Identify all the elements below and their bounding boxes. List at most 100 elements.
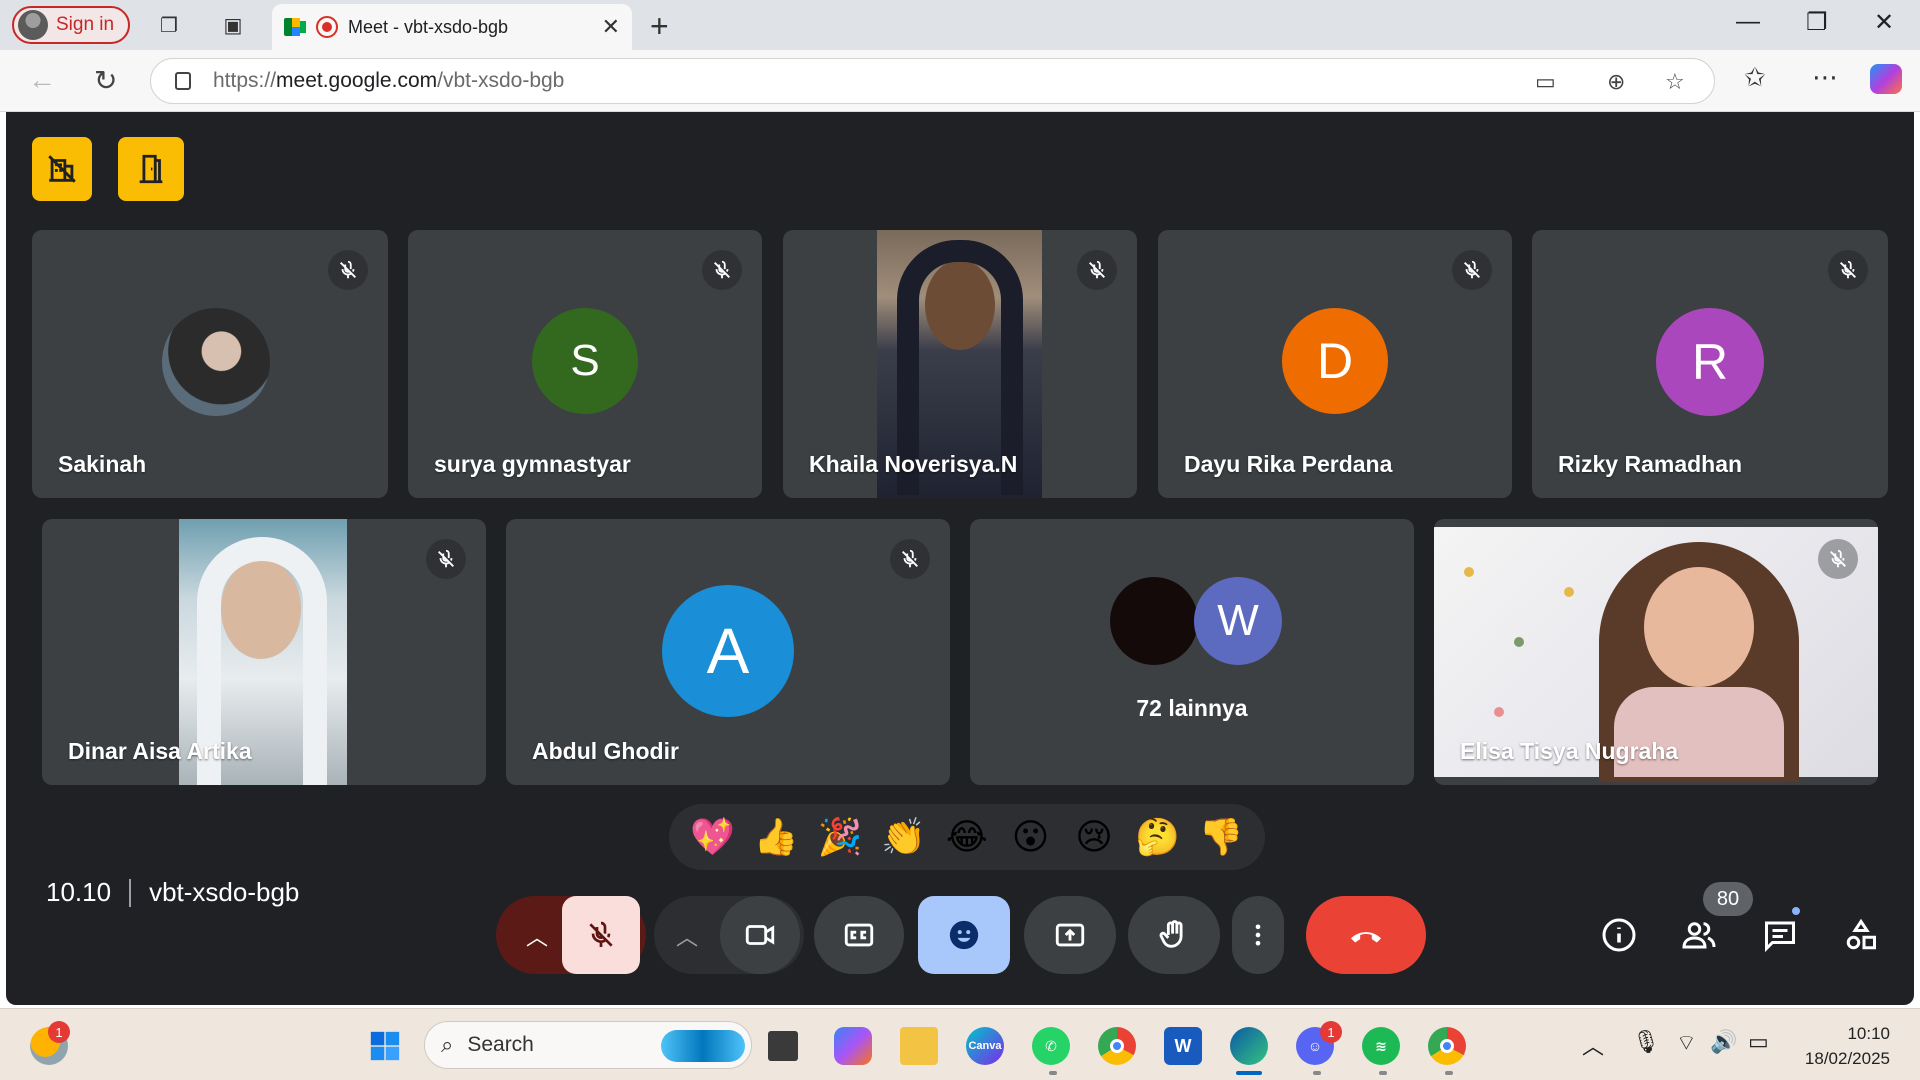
battery-icon[interactable]: ▭ — [1748, 1029, 1769, 1055]
participant-tile[interactable]: S surya gymnastyar — [408, 230, 762, 498]
workspaces-icon[interactable]: ❐ — [156, 12, 182, 38]
favorites-icon[interactable]: ✩ — [1744, 62, 1766, 93]
copilot-app-icon[interactable] — [834, 1027, 872, 1065]
people-button[interactable] — [1676, 912, 1722, 958]
participant-tile[interactable]: A Abdul Ghodir — [506, 519, 950, 785]
people-icon — [1682, 922, 1716, 949]
camera-button[interactable] — [720, 896, 800, 974]
canva-icon[interactable]: Canva — [966, 1027, 1004, 1065]
meeting-details-button[interactable] — [1596, 912, 1642, 958]
meet-stage: Sakinah S surya gymnastyar Khaila Noveri… — [6, 112, 1914, 1005]
whatsapp-icon[interactable]: ✆ — [1032, 1027, 1070, 1065]
show-hidden-icons-icon[interactable]: ︿ — [1582, 1029, 1604, 1061]
taskbar-search[interactable]: ⌕ Search — [424, 1021, 752, 1069]
present-screen-button[interactable] — [1024, 896, 1116, 974]
host-controls-button[interactable] — [32, 137, 92, 201]
reaction-clapping[interactable]: 👏 — [878, 816, 928, 858]
microphone-button[interactable] — [562, 896, 640, 974]
back-icon[interactable]: ← — [28, 64, 56, 96]
chat-button[interactable] — [1757, 912, 1803, 958]
file-explorer-icon[interactable] — [900, 1027, 938, 1065]
participant-name: Sakinah — [58, 451, 147, 477]
participant-name: Dinar Aisa Artika — [68, 738, 252, 764]
participant-tile[interactable]: Sakinah — [32, 230, 388, 498]
muted-icon — [328, 250, 368, 290]
participant-letter-avatar: S — [532, 308, 638, 414]
activities-button[interactable] — [1838, 912, 1884, 958]
address-bar[interactable]: https://meet.google.com/vbt-xsdo-bgb ▭ ⊕… — [150, 58, 1715, 104]
microphone-tray-icon[interactable]: 🎙 — [1632, 1029, 1660, 1055]
participant-avatar-photo — [162, 308, 270, 416]
participant-tile[interactable]: D Dayu Rika Perdana — [1158, 230, 1512, 498]
task-view-icon[interactable] — [768, 1031, 798, 1061]
profile-avatar — [18, 10, 48, 40]
new-tab-icon[interactable]: + — [650, 8, 669, 45]
windows-start-icon[interactable] — [366, 1027, 404, 1065]
system-clock[interactable]: 10:10 18/02/2025 — [1805, 1021, 1890, 1071]
running-indicator — [1445, 1071, 1453, 1075]
participant-tile[interactable]: Elisa Tisya Nugraha — [1434, 519, 1878, 785]
zoom-icon[interactable]: ⊕ — [1607, 69, 1625, 95]
volume-icon[interactable]: 🔊 — [1710, 1029, 1737, 1055]
copilot-icon[interactable] — [1870, 64, 1902, 94]
more-participants-tile[interactable]: W 72 lainnya — [970, 519, 1414, 785]
chrome-profile-icon[interactable] — [1428, 1027, 1466, 1065]
refresh-icon[interactable]: ↻ — [94, 64, 117, 97]
running-indicator — [1049, 1071, 1057, 1075]
participant-name: Abdul Ghodir — [532, 738, 679, 764]
mic-options-chevron-icon[interactable]: ︿ — [526, 920, 548, 952]
participant-name: Khaila Noverisya.N — [809, 451, 1018, 477]
breakout-rooms-button[interactable] — [118, 137, 184, 201]
chrome-icon[interactable] — [1098, 1027, 1136, 1065]
participant-letter-avatar: W — [1194, 577, 1282, 665]
more-options-button[interactable] — [1232, 896, 1284, 974]
reactions-button[interactable] — [918, 896, 1010, 974]
muted-icon — [1818, 539, 1858, 579]
closed-captions-icon — [844, 923, 874, 947]
close-window-icon[interactable]: ✕ — [1874, 8, 1894, 37]
reaction-party-popper[interactable]: 🎉 — [815, 816, 865, 858]
leave-call-button[interactable] — [1306, 896, 1426, 974]
restore-icon[interactable]: ❐ — [1806, 8, 1828, 37]
active-tab[interactable]: Meet - vbt-xsdo-bgb ✕ — [272, 4, 632, 50]
url-text: https://meet.google.com/vbt-xsdo-bgb — [213, 69, 564, 93]
participant-letter-avatar: D — [1282, 308, 1388, 414]
camera-in-use-icon[interactable]: ▭ — [1535, 69, 1556, 95]
hand-icon — [1159, 920, 1183, 948]
sign-in-button[interactable]: Sign in — [12, 6, 131, 44]
close-tab-icon[interactable]: ✕ — [602, 14, 620, 40]
camera-options-chevron-icon[interactable]: ︿ — [676, 920, 698, 952]
minimize-icon[interactable]: — — [1736, 8, 1760, 36]
raise-hand-button[interactable] — [1128, 896, 1220, 974]
tab-title: Meet - vbt-xsdo-bgb — [348, 16, 509, 37]
divider — [129, 878, 132, 907]
reaction-crying[interactable]: 😢 — [1069, 817, 1119, 858]
wifi-icon[interactable]: ⌔ — [1676, 1029, 1697, 1057]
meeting-code: vbt-xsdo-bgb — [149, 877, 300, 907]
participant-tile[interactable]: Khaila Noverisya.N — [783, 230, 1137, 498]
word-icon[interactable]: W — [1164, 1027, 1202, 1065]
reaction-surprised[interactable]: 😮 — [1006, 817, 1056, 858]
more-options-icon[interactable]: ⋯ — [1812, 62, 1838, 93]
sign-in-label: Sign in — [56, 14, 115, 35]
vertical-tabs-icon[interactable]: ▣ — [220, 12, 246, 38]
participant-tile[interactable]: Dinar Aisa Artika — [42, 519, 486, 785]
door-icon — [139, 154, 163, 184]
weather-notification-badge: 1 — [48, 1021, 70, 1043]
reaction-thinking[interactable]: 🤔 — [1133, 816, 1183, 858]
reaction-thumbs-down[interactable]: 👎 — [1196, 816, 1246, 858]
no-building-icon — [48, 155, 76, 183]
reaction-sparkling-heart[interactable]: 💖 — [688, 816, 738, 858]
info-icon — [1602, 918, 1636, 952]
favorite-star-icon[interactable]: ☆ — [1665, 69, 1685, 95]
spotify-icon[interactable]: ≋ — [1362, 1027, 1400, 1065]
captions-button[interactable] — [814, 896, 904, 974]
reaction-laughing[interactable]: 😂 — [942, 817, 992, 858]
participant-name: Rizky Ramadhan — [1558, 451, 1743, 477]
windows-taskbar: 1 ⌕ Search Canva ✆ W ☺ 1 ≋ ︿ 🎙 ⌔ 🔊 ▭ 10:… — [0, 1008, 1920, 1080]
edge-active-indicator — [1236, 1071, 1262, 1075]
reaction-thumbs-up[interactable]: 👍 — [751, 816, 801, 858]
participant-tile[interactable]: R Rizky Ramadhan — [1532, 230, 1888, 498]
edge-icon[interactable] — [1230, 1027, 1268, 1065]
running-indicator — [1379, 1071, 1387, 1075]
